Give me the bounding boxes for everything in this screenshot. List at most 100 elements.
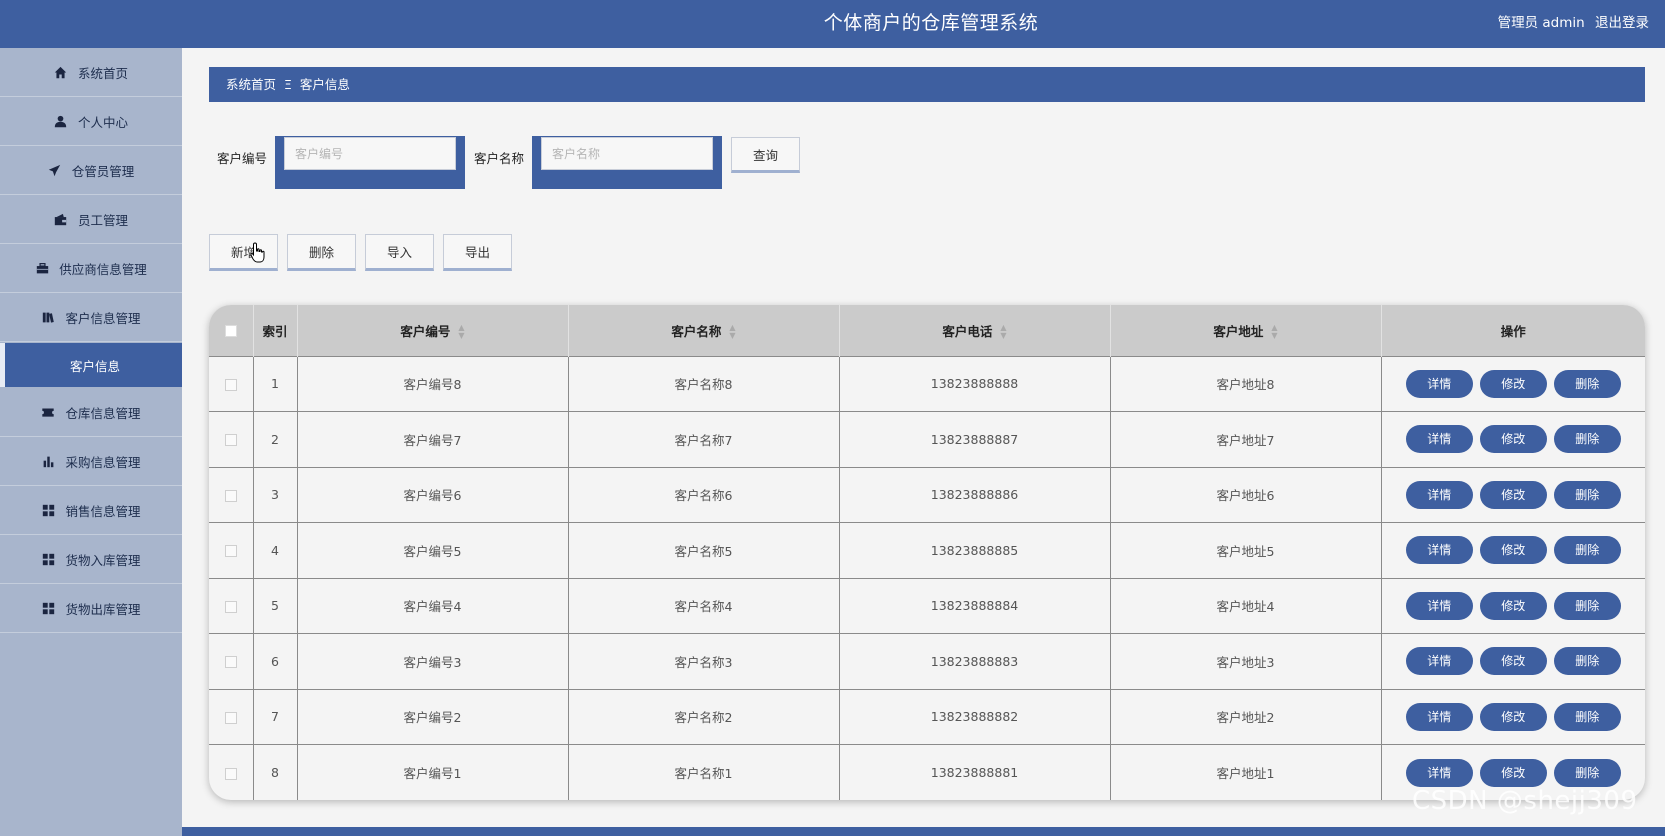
app-title: 个体商户的仓库管理系统 bbox=[823, 12, 1039, 34]
header-customer-phone[interactable]: 客户电话 ▲ ▼ bbox=[839, 305, 1111, 356]
sidebar-item-label: 货物出库管理 bbox=[65, 601, 141, 617]
sidebar-item-label: 个人中心 bbox=[77, 114, 128, 130]
sidebar-item-warehouse[interactable]: 仓库信息管理 bbox=[0, 388, 182, 437]
sidebar-item-keeper[interactable]: 仓管员管理 bbox=[0, 146, 182, 195]
delete-button[interactable]: 删除 bbox=[1553, 480, 1621, 509]
cell-customer-code: 客户编号8 bbox=[297, 356, 569, 412]
detail-button[interactable]: 详情 bbox=[1405, 647, 1473, 676]
row-checkbox[interactable] bbox=[224, 767, 237, 780]
row-select-cell bbox=[209, 689, 254, 745]
cell-customer-name: 客户名称4 bbox=[568, 578, 840, 634]
delete-button[interactable]: 删除 bbox=[1553, 702, 1621, 731]
sort-icon[interactable]: ▲ ▼ bbox=[458, 324, 464, 340]
sidebar-item-stock-in[interactable]: 货物入库管理 bbox=[0, 535, 182, 584]
row-checkbox[interactable] bbox=[224, 378, 237, 391]
delete-button[interactable]: 删除 bbox=[1553, 425, 1621, 454]
sidebar-item-stock-out[interactable]: 货物出库管理 bbox=[0, 584, 182, 633]
customer-name-box bbox=[532, 136, 722, 189]
cell-index: 5 bbox=[253, 578, 298, 634]
cell-operations: 详情 修改 删除 bbox=[1381, 634, 1645, 690]
query-button[interactable]: 查询 bbox=[731, 137, 800, 173]
detail-button[interactable]: 详情 bbox=[1405, 480, 1473, 509]
row-checkbox[interactable] bbox=[224, 656, 237, 669]
sidebar-item-label: 员工管理 bbox=[77, 212, 128, 228]
edit-button[interactable]: 修改 bbox=[1479, 480, 1547, 509]
edit-button[interactable]: 修改 bbox=[1479, 369, 1547, 398]
row-select-cell bbox=[209, 356, 254, 412]
sort-icon[interactable]: ▲ ▼ bbox=[729, 324, 735, 340]
sidebar-item-label: 货物入库管理 bbox=[65, 552, 141, 568]
delete-button[interactable]: 删除 bbox=[1553, 591, 1621, 620]
row-checkbox[interactable] bbox=[224, 600, 237, 613]
add-button[interactable]: 新增 bbox=[209, 234, 278, 271]
table-header-row: 索引 客户编号 ▲ ▼ 客户名称 ▲ ▼ 客户电话 ▲ ▼ 客户地址 ▲ ▼ 操作 bbox=[209, 305, 1645, 356]
edit-button[interactable]: 修改 bbox=[1479, 702, 1547, 731]
header-customer-address[interactable]: 客户地址 ▲ ▼ bbox=[1110, 305, 1382, 356]
sidebar-item-purchase[interactable]: 采购信息管理 bbox=[0, 437, 182, 486]
edit-button[interactable]: 修改 bbox=[1479, 647, 1547, 676]
header-customer-name[interactable]: 客户名称 ▲ ▼ bbox=[568, 305, 840, 356]
header-label: 客户电话 bbox=[942, 323, 993, 339]
detail-button[interactable]: 详情 bbox=[1405, 758, 1473, 787]
cell-customer-address: 客户地址3 bbox=[1110, 633, 1382, 689]
sidebar-item-supplier[interactable]: 供应商信息管理 bbox=[0, 244, 182, 293]
sidebar-item-customer[interactable]: 客户信息管理 bbox=[0, 293, 182, 342]
sort-icon[interactable]: ▲ ▼ bbox=[1271, 324, 1277, 340]
import-button[interactable]: 导入 bbox=[365, 234, 434, 271]
row-checkbox[interactable] bbox=[224, 711, 237, 724]
home-icon bbox=[54, 65, 68, 79]
row-checkbox[interactable] bbox=[224, 545, 237, 558]
select-all-checkbox[interactable] bbox=[224, 325, 237, 338]
delete-button[interactable]: 删除 bbox=[1553, 369, 1621, 398]
sidebar-item-label: 客户信息管理 bbox=[65, 310, 141, 326]
edit-button[interactable]: 修改 bbox=[1479, 591, 1547, 620]
cell-customer-address: 客户地址4 bbox=[1110, 578, 1382, 634]
detail-button[interactable]: 详情 bbox=[1405, 702, 1473, 731]
cell-index: 3 bbox=[253, 467, 298, 523]
header-operations: 操作 bbox=[1500, 323, 1526, 339]
detail-button[interactable]: 详情 bbox=[1405, 591, 1473, 620]
cell-index: 2 bbox=[253, 411, 298, 467]
cell-customer-name: 客户名称8 bbox=[568, 356, 840, 412]
cell-customer-address: 客户地址1 bbox=[1110, 744, 1382, 800]
sidebar-item-profile[interactable]: 个人中心 bbox=[0, 97, 182, 146]
row-select-cell bbox=[209, 467, 254, 523]
sidebar-item-label: 系统首页 bbox=[77, 65, 128, 81]
sort-icon[interactable]: ▲ ▼ bbox=[1000, 324, 1006, 340]
sidebar-subitem-customer-info[interactable]: 客户信息 bbox=[0, 343, 182, 387]
row-checkbox[interactable] bbox=[224, 434, 237, 447]
row-select-cell bbox=[209, 522, 254, 578]
row-checkbox[interactable] bbox=[224, 489, 237, 502]
sidebar-item-sales[interactable]: 销售信息管理 bbox=[0, 486, 182, 535]
table-row: 7 客户编号2 客户名称2 13823888882 客户地址2 详情 修改 删除 bbox=[209, 689, 1645, 745]
breadcrumb-home[interactable]: 系统首页 bbox=[226, 77, 276, 92]
edit-button[interactable]: 修改 bbox=[1479, 536, 1547, 565]
logout-link[interactable]: 退出登录 bbox=[1595, 15, 1649, 31]
export-button[interactable]: 导出 bbox=[443, 234, 512, 271]
cell-customer-address: 客户地址5 bbox=[1110, 522, 1382, 578]
cell-customer-phone: 13823888886 bbox=[839, 467, 1111, 523]
books-icon bbox=[41, 310, 55, 324]
customer-name-input[interactable] bbox=[541, 137, 713, 170]
delete-button[interactable]: 删除 bbox=[1553, 647, 1621, 676]
user-icon bbox=[54, 114, 68, 128]
delete-button[interactable]: 删除 bbox=[1553, 758, 1621, 787]
edit-button[interactable]: 修改 bbox=[1479, 758, 1547, 787]
detail-button[interactable]: 详情 bbox=[1405, 425, 1473, 454]
delete-button[interactable]: 删除 bbox=[1553, 536, 1621, 565]
cell-customer-phone: 13823888888 bbox=[839, 356, 1111, 412]
edit-button[interactable]: 修改 bbox=[1479, 425, 1547, 454]
cell-customer-phone: 13823888884 bbox=[839, 578, 1111, 634]
batch-delete-button[interactable]: 删除 bbox=[287, 234, 356, 271]
sidebar-item-staff[interactable]: 员工管理 bbox=[0, 195, 182, 244]
detail-button[interactable]: 详情 bbox=[1405, 369, 1473, 398]
customer-code-input[interactable] bbox=[284, 137, 456, 170]
sidebar-item-label: 仓管员管理 bbox=[71, 163, 135, 179]
cell-customer-phone: 13823888881 bbox=[839, 744, 1111, 800]
cell-customer-name: 客户名称5 bbox=[568, 522, 840, 578]
sidebar-item-home[interactable]: 系统首页 bbox=[0, 48, 182, 97]
detail-button[interactable]: 详情 bbox=[1405, 536, 1473, 565]
cell-operations: 详情 修改 删除 bbox=[1381, 467, 1645, 523]
header-label: 客户编号 bbox=[400, 323, 451, 339]
header-customer-code[interactable]: 客户编号 ▲ ▼ bbox=[297, 305, 569, 356]
